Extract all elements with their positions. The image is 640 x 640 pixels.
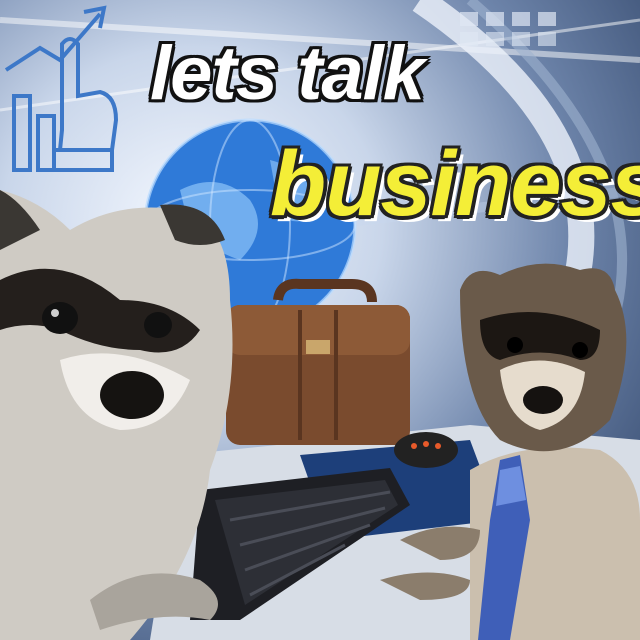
caption-line-1: lets talk: [150, 31, 425, 116]
briefcase: [226, 278, 410, 445]
growth-chart-icon: [4, 5, 107, 172]
meme-image: lets talk business: [0, 0, 640, 640]
caption-line-2: business: [270, 133, 640, 235]
computer-mouse: [394, 432, 458, 468]
pointing-hand-icon: [52, 37, 119, 172]
